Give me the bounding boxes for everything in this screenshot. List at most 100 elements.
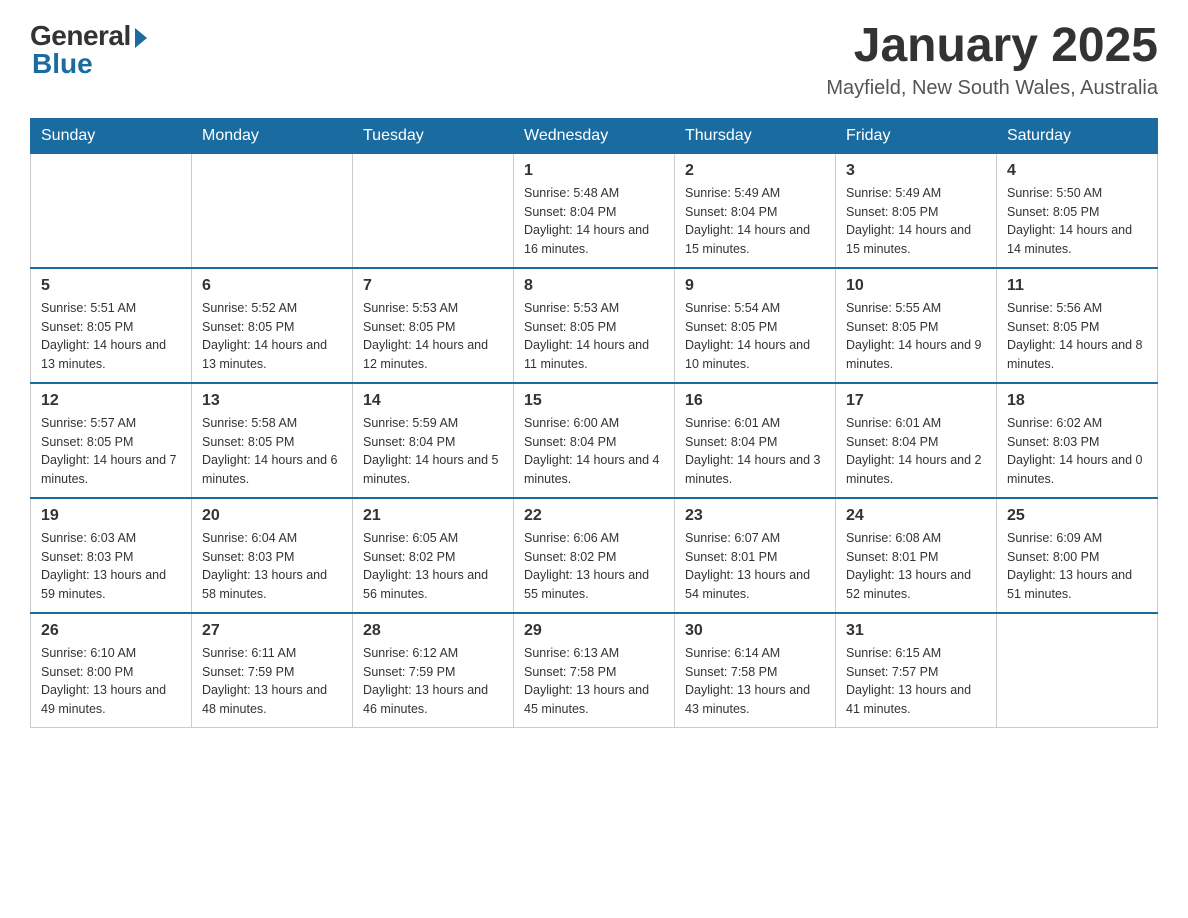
calendar-day-cell: 3Sunrise: 5:49 AMSunset: 8:05 PMDaylight… bbox=[836, 153, 997, 268]
day-detail: Sunrise: 6:01 AMSunset: 8:04 PMDaylight:… bbox=[685, 414, 825, 489]
calendar-day-cell: 19 Sunrise: 6:03 AMSunset: 8:03 PMDayligh… bbox=[31, 498, 192, 613]
day-detail: Sunrise: 6:01 AMSunset: 8:04 PMDaylight:… bbox=[846, 414, 986, 489]
day-number: 16 bbox=[685, 392, 825, 410]
day-detail: Sunrise: 6:03 AMSunset: 8:03 PMDaylight:… bbox=[41, 529, 181, 604]
day-number: 22 bbox=[524, 507, 664, 525]
calendar-day-cell: 11Sunrise: 5:56 AMSunset: 8:05 PMDayligh… bbox=[997, 268, 1158, 383]
logo-blue-text: Blue bbox=[32, 48, 93, 80]
day-number: 31 bbox=[846, 622, 986, 640]
day-detail: Sunrise: 5:50 AMSunset: 8:05 PMDaylight:… bbox=[1007, 184, 1147, 259]
day-number: 25 bbox=[1007, 507, 1147, 525]
day-number: 24 bbox=[846, 507, 986, 525]
day-number: 15 bbox=[524, 392, 664, 410]
day-number: 27 bbox=[202, 622, 342, 640]
day-number: 18 bbox=[1007, 392, 1147, 410]
day-number: 7 bbox=[363, 277, 503, 295]
day-detail: Sunrise: 5:55 AMSunset: 8:05 PMDaylight:… bbox=[846, 299, 986, 374]
calendar-week-row: 5Sunrise: 5:51 AMSunset: 8:05 PMDaylight… bbox=[31, 268, 1158, 383]
day-number: 4 bbox=[1007, 162, 1147, 180]
day-number: 8 bbox=[524, 277, 664, 295]
day-detail: Sunrise: 6:10 AMSunset: 8:00 PMDaylight:… bbox=[41, 644, 181, 719]
day-number: 20 bbox=[202, 507, 342, 525]
calendar-week-row: 26 Sunrise: 6:10 AMSunset: 8:00 PMDayligh… bbox=[31, 613, 1158, 728]
day-number: 12 bbox=[41, 392, 181, 410]
day-detail: Sunrise: 6:05 AMSunset: 8:02 PMDaylight:… bbox=[363, 529, 503, 604]
calendar-day-cell: 13 Sunrise: 5:58 AMSunset: 8:05 PMDayligh… bbox=[192, 383, 353, 498]
day-detail: Sunrise: 5:49 AMSunset: 8:05 PMDaylight:… bbox=[846, 184, 986, 259]
calendar-week-row: 12 Sunrise: 5:57 AMSunset: 8:05 PMDayligh… bbox=[31, 383, 1158, 498]
calendar-day-cell: 1 Sunrise: 5:48 AMSunset: 8:04 PMDaylight… bbox=[514, 153, 675, 268]
calendar-day-cell: 17 Sunrise: 6:01 AMSunset: 8:04 PMDayligh… bbox=[836, 383, 997, 498]
calendar-day-cell bbox=[31, 153, 192, 268]
calendar-day-cell: 27 Sunrise: 6:11 AMSunset: 7:59 PMDayligh… bbox=[192, 613, 353, 728]
calendar-day-cell: 5Sunrise: 5:51 AMSunset: 8:05 PMDaylight… bbox=[31, 268, 192, 383]
day-detail: Sunrise: 5:58 AMSunset: 8:05 PMDaylight:… bbox=[202, 414, 342, 489]
day-detail: Sunrise: 6:15 AMSunset: 7:57 PMDaylight:… bbox=[846, 644, 986, 719]
calendar-day-cell: 15 Sunrise: 6:00 AMSunset: 8:04 PMDayligh… bbox=[514, 383, 675, 498]
calendar-day-cell bbox=[192, 153, 353, 268]
calendar-day-cell bbox=[997, 613, 1158, 728]
calendar-day-cell: 21 Sunrise: 6:05 AMSunset: 8:02 PMDayligh… bbox=[353, 498, 514, 613]
calendar-table: SundayMondayTuesdayWednesdayThursdayFrid… bbox=[30, 118, 1158, 728]
day-number: 10 bbox=[846, 277, 986, 295]
calendar-day-cell: 10 Sunrise: 5:55 AMSunset: 8:05 PMDayligh… bbox=[836, 268, 997, 383]
calendar-day-cell: 24 Sunrise: 6:08 AMSunset: 8:01 PMDayligh… bbox=[836, 498, 997, 613]
day-detail: Sunrise: 6:11 AMSunset: 7:59 PMDaylight:… bbox=[202, 644, 342, 719]
day-number: 2 bbox=[685, 162, 825, 180]
calendar-day-cell: 12 Sunrise: 5:57 AMSunset: 8:05 PMDayligh… bbox=[31, 383, 192, 498]
logo-arrow-icon bbox=[135, 28, 147, 48]
day-number: 17 bbox=[846, 392, 986, 410]
calendar-day-cell: 22 Sunrise: 6:06 AMSunset: 8:02 PMDayligh… bbox=[514, 498, 675, 613]
day-detail: Sunrise: 5:53 AMSunset: 8:05 PMDaylight:… bbox=[524, 299, 664, 374]
location-text: Mayfield, New South Wales, Australia bbox=[826, 77, 1158, 100]
day-number: 28 bbox=[363, 622, 503, 640]
day-detail: Sunrise: 5:49 AMSunset: 8:04 PMDaylight:… bbox=[685, 184, 825, 259]
month-title: January 2025 bbox=[826, 20, 1158, 73]
calendar-day-cell: 31 Sunrise: 6:15 AMSunset: 7:57 PMDayligh… bbox=[836, 613, 997, 728]
day-of-week-header: Friday bbox=[836, 118, 997, 153]
day-detail: Sunrise: 6:12 AMSunset: 7:59 PMDaylight:… bbox=[363, 644, 503, 719]
calendar-day-cell: 9Sunrise: 5:54 AMSunset: 8:05 PMDaylight… bbox=[675, 268, 836, 383]
day-number: 14 bbox=[363, 392, 503, 410]
day-number: 6 bbox=[202, 277, 342, 295]
day-number: 30 bbox=[685, 622, 825, 640]
day-of-week-header: Monday bbox=[192, 118, 353, 153]
calendar-header-row: SundayMondayTuesdayWednesdayThursdayFrid… bbox=[31, 118, 1158, 153]
day-number: 21 bbox=[363, 507, 503, 525]
calendar-day-cell: 29 Sunrise: 6:13 AMSunset: 7:58 PMDayligh… bbox=[514, 613, 675, 728]
day-number: 23 bbox=[685, 507, 825, 525]
day-of-week-header: Thursday bbox=[675, 118, 836, 153]
logo[interactable]: General Blue bbox=[30, 20, 147, 80]
calendar-day-cell: 25 Sunrise: 6:09 AMSunset: 8:00 PMDayligh… bbox=[997, 498, 1158, 613]
day-number: 1 bbox=[524, 162, 664, 180]
day-of-week-header: Wednesday bbox=[514, 118, 675, 153]
day-number: 26 bbox=[41, 622, 181, 640]
calendar-day-cell: 6 Sunrise: 5:52 AMSunset: 8:05 PMDaylight… bbox=[192, 268, 353, 383]
day-detail: Sunrise: 6:06 AMSunset: 8:02 PMDaylight:… bbox=[524, 529, 664, 604]
page-header: General Blue January 2025 Mayfield, New … bbox=[30, 20, 1158, 100]
calendar-day-cell: 2 Sunrise: 5:49 AMSunset: 8:04 PMDaylight… bbox=[675, 153, 836, 268]
day-detail: Sunrise: 6:09 AMSunset: 8:00 PMDaylight:… bbox=[1007, 529, 1147, 604]
day-detail: Sunrise: 6:00 AMSunset: 8:04 PMDaylight:… bbox=[524, 414, 664, 489]
calendar-day-cell: 30Sunrise: 6:14 AMSunset: 7:58 PMDayligh… bbox=[675, 613, 836, 728]
day-number: 29 bbox=[524, 622, 664, 640]
day-number: 5 bbox=[41, 277, 181, 295]
title-section: January 2025 Mayfield, New South Wales, … bbox=[826, 20, 1158, 100]
day-detail: Sunrise: 6:08 AMSunset: 8:01 PMDaylight:… bbox=[846, 529, 986, 604]
calendar-day-cell: 18Sunrise: 6:02 AMSunset: 8:03 PMDayligh… bbox=[997, 383, 1158, 498]
day-detail: Sunrise: 6:13 AMSunset: 7:58 PMDaylight:… bbox=[524, 644, 664, 719]
day-of-week-header: Sunday bbox=[31, 118, 192, 153]
day-detail: Sunrise: 5:56 AMSunset: 8:05 PMDaylight:… bbox=[1007, 299, 1147, 374]
day-of-week-header: Saturday bbox=[997, 118, 1158, 153]
day-detail: Sunrise: 5:48 AMSunset: 8:04 PMDaylight:… bbox=[524, 184, 664, 259]
day-detail: Sunrise: 6:07 AMSunset: 8:01 PMDaylight:… bbox=[685, 529, 825, 604]
day-of-week-header: Tuesday bbox=[353, 118, 514, 153]
calendar-day-cell bbox=[353, 153, 514, 268]
calendar-day-cell: 23 Sunrise: 6:07 AMSunset: 8:01 PMDayligh… bbox=[675, 498, 836, 613]
day-detail: Sunrise: 5:52 AMSunset: 8:05 PMDaylight:… bbox=[202, 299, 342, 374]
calendar-day-cell: 4 Sunrise: 5:50 AMSunset: 8:05 PMDaylight… bbox=[997, 153, 1158, 268]
calendar-week-row: 19 Sunrise: 6:03 AMSunset: 8:03 PMDayligh… bbox=[31, 498, 1158, 613]
day-number: 19 bbox=[41, 507, 181, 525]
day-number: 13 bbox=[202, 392, 342, 410]
day-detail: Sunrise: 5:57 AMSunset: 8:05 PMDaylight:… bbox=[41, 414, 181, 489]
